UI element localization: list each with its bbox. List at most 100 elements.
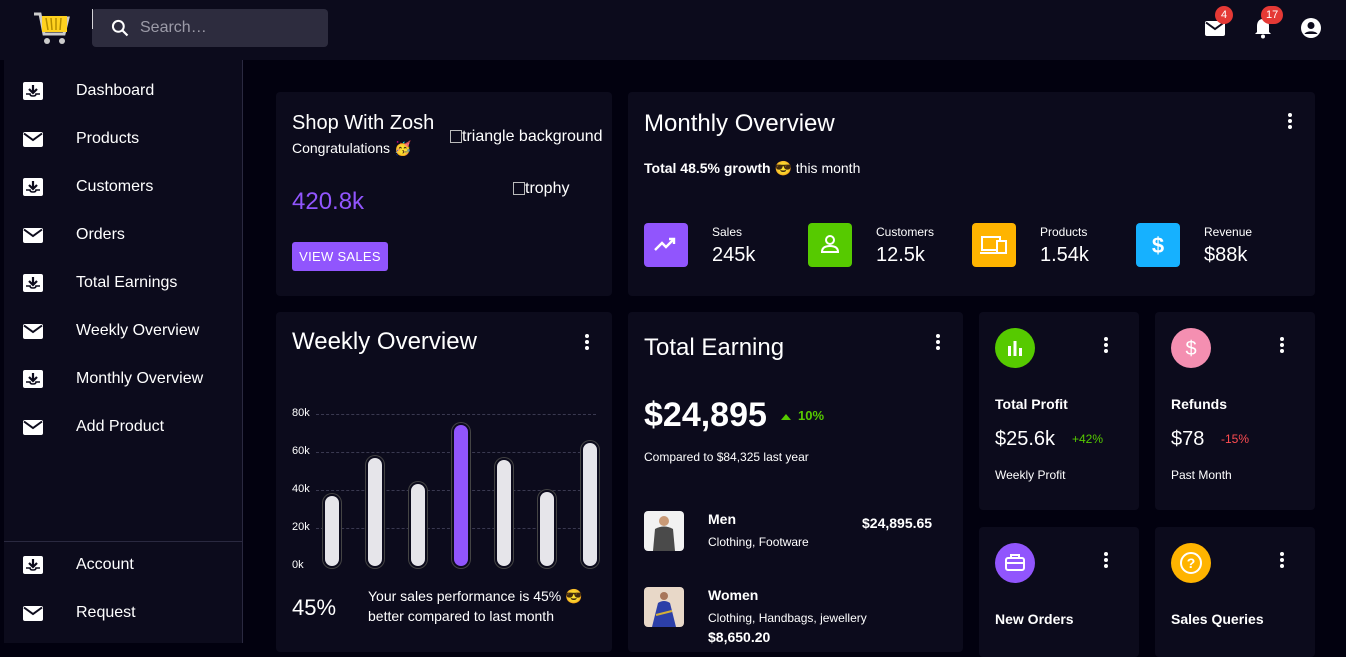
weekly-performance-text: Your sales performance is 45% 😎 better c…	[368, 588, 583, 624]
trophy-image: trophy	[513, 180, 569, 198]
more-vert-icon[interactable]	[1096, 335, 1116, 355]
svg-text:?: ?	[1187, 555, 1196, 571]
mini-title: Sales Queries	[1171, 611, 1264, 627]
view-sales-button[interactable]: VIEW SALES	[292, 242, 388, 271]
growth-emoji: 😎	[774, 160, 792, 176]
stat-label: Sales	[712, 225, 743, 239]
sidebar-item-orders[interactable]: Orders	[4, 211, 242, 259]
stat-label: Revenue	[1204, 225, 1253, 239]
inbox-download-icon	[22, 369, 44, 389]
more-vert-icon[interactable]	[1272, 550, 1292, 570]
mini-subtitle: Past Month	[1171, 468, 1232, 482]
earning-row[interactable]: Men Clothing, Footware $24,895.65	[644, 511, 944, 561]
y-tick-label: 20k	[292, 521, 310, 533]
y-tick-label: 80k	[292, 407, 310, 419]
earning-row-value: $24,895.65	[862, 515, 933, 531]
sidebar-item-customers[interactable]: Customers	[4, 163, 242, 211]
more-vert-icon[interactable]	[928, 332, 948, 352]
search-input[interactable]: Search…	[140, 19, 207, 37]
svg-text:$: $	[1152, 233, 1164, 258]
search-icon	[111, 19, 129, 37]
sidebar-item-request[interactable]: Request	[4, 589, 242, 637]
sidebar-item-account[interactable]: Account	[4, 541, 242, 589]
stat-value: 1.54k	[1040, 244, 1089, 266]
mail-badge: 4	[1215, 6, 1233, 24]
sidebar-item-weekly-overview[interactable]: Weekly Overview	[4, 307, 242, 355]
help-circle-icon: ?	[1180, 552, 1202, 574]
inbox-download-icon	[22, 273, 44, 293]
sidebar-item-label: Dashboard	[76, 82, 155, 99]
notifications-button[interactable]: 17	[1251, 6, 1284, 40]
more-vert-icon[interactable]	[1272, 335, 1292, 355]
account-button[interactable]	[1299, 16, 1323, 40]
mini-change: -15%	[1221, 432, 1250, 446]
mail-icon	[22, 321, 44, 341]
stat-value: 245k	[712, 244, 756, 266]
chart-bar[interactable]	[368, 457, 382, 566]
mini-title: Refunds	[1171, 396, 1227, 412]
sidebar-item-add-product[interactable]: Add Product	[4, 403, 242, 451]
earning-row[interactable]: Women Clothing, Handbags, jewellery $8,6…	[644, 587, 944, 645]
sidebar-item-label: Request	[76, 604, 136, 621]
mini-title: Total Profit	[995, 396, 1068, 412]
earning-amount: $24,895	[644, 396, 767, 434]
mail-icon	[22, 129, 44, 149]
mail-button[interactable]: 4	[1203, 6, 1233, 40]
sidebar-item-dashboard[interactable]: Dashboard	[4, 67, 242, 115]
mail-icon	[22, 225, 44, 245]
dollar-icon: $	[1152, 233, 1164, 258]
mini-icon-circle: ?	[1171, 543, 1211, 583]
total-earning-card: Total Earning $24,895 10% Compared to $8…	[628, 312, 963, 652]
more-vert-icon[interactable]	[1280, 111, 1300, 131]
mail-icon	[22, 603, 44, 623]
stat-label: Products	[1040, 225, 1088, 239]
shop-card: Shop With Zosh Congratulations 🥳 420.8k …	[276, 92, 612, 296]
broken-image-icon	[513, 182, 525, 195]
y-tick-label: 40k	[292, 483, 310, 495]
chart-bar[interactable]	[540, 491, 555, 566]
refunds-card: $ Refunds $78 -15% Past Month	[1155, 312, 1315, 510]
inbox-download-icon	[22, 177, 44, 197]
more-vert-icon[interactable]	[577, 332, 597, 352]
growth-text: Total 48.5% growth 😎 this month	[644, 160, 860, 177]
stat-icon-box	[644, 223, 688, 267]
growth-bold: Total 48.5% growth	[644, 160, 771, 176]
congratulations-text: Congratulations 🥳	[292, 140, 412, 156]
sidebar-item-total-earnings[interactable]: Total Earnings	[4, 259, 242, 307]
mini-value: $25.6k	[995, 428, 1056, 450]
chart-bar[interactable]	[325, 495, 339, 566]
total-earning-title: Total Earning	[644, 334, 785, 361]
sidebar-item-label: Total Earnings	[76, 274, 178, 291]
sales-queries-card: ? Sales Queries	[1155, 527, 1315, 657]
more-vert-icon[interactable]	[1096, 550, 1116, 570]
sidebar-item-label: Account	[76, 556, 134, 573]
growth-rest: this month	[795, 160, 861, 176]
mail-icon	[22, 417, 44, 437]
inbox-download-icon	[22, 555, 44, 575]
chart-bar[interactable]	[497, 459, 511, 566]
stat-icon-box	[808, 223, 852, 267]
sidebar-item-label: Orders	[76, 226, 125, 243]
monthly-overview-title: Monthly Overview	[644, 110, 835, 137]
trending-up-icon	[654, 237, 676, 251]
chart-bar[interactable]	[411, 484, 425, 566]
triangle-background-alt: triangle background	[462, 128, 603, 145]
grid-line	[316, 414, 596, 415]
briefcase-icon	[1005, 554, 1025, 571]
mini-subtitle: Weekly Profit	[995, 468, 1066, 482]
stat-revenue: $ Revenue $88k	[1136, 223, 1296, 269]
search-bar[interactable]: Search…	[92, 9, 328, 47]
sidebar-item-monthly-overview[interactable]: Monthly Overview	[4, 355, 242, 403]
stat-label: Customers	[876, 225, 935, 239]
trophy-alt: trophy	[525, 180, 570, 197]
mini-value: $78	[1171, 428, 1205, 450]
sidebar-item-products[interactable]: Products	[4, 115, 242, 163]
weekly-overview-card: Weekly Overview 80k 60k 40k 20k 0k 45% Your …	[276, 312, 612, 652]
stat-value: $88k	[1204, 244, 1248, 266]
chart-bar[interactable]	[583, 442, 598, 566]
sidebar-item-label: Products	[76, 130, 140, 147]
sidebar-item-label: Weekly Overview	[76, 322, 200, 339]
chart-bar[interactable]	[454, 425, 468, 566]
earning-row-sub: Clothing, Footware	[708, 535, 809, 549]
shopping-cart-logo-icon[interactable]	[32, 10, 72, 48]
